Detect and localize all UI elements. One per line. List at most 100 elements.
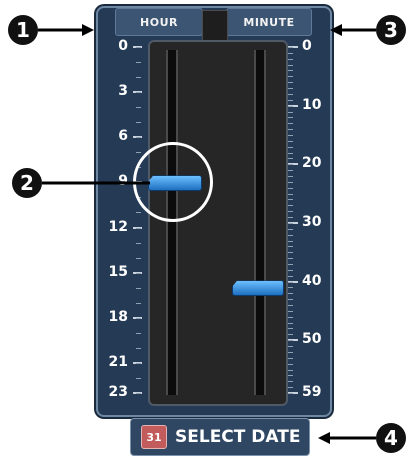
- minute-minor-tick: [288, 346, 293, 348]
- minute-minor-tick: [288, 88, 293, 90]
- callout-4-arrow-icon: [318, 432, 376, 444]
- select-date-button[interactable]: 31 SELECT DATE: [130, 418, 310, 456]
- minute-minor-tick: [288, 322, 293, 324]
- minute-minor-tick: [288, 58, 293, 60]
- minute-minor-tick: [288, 176, 293, 178]
- minute-minor-tick: [288, 52, 293, 54]
- hour-tick-label: 12: [108, 218, 128, 235]
- callout-1-arrow-icon: [38, 24, 94, 36]
- minute-minor-tick: [288, 328, 293, 330]
- hour-slider-track[interactable]: [166, 50, 178, 395]
- hour-minor-tick: [136, 377, 141, 379]
- minute-minor-tick: [288, 281, 293, 283]
- minute-minor-tick: [288, 199, 293, 201]
- hour-minor-tick: [136, 287, 141, 289]
- hour-minor-tick: [136, 362, 141, 364]
- callout-3-arrow-icon: [330, 24, 376, 36]
- callout-2-line: [42, 181, 150, 185]
- minute-minor-tick: [288, 357, 293, 359]
- minute-minor-tick: [288, 305, 293, 307]
- minute-minor-tick: [288, 228, 293, 230]
- minute-minor-tick: [288, 164, 293, 166]
- minute-tick-label: 20: [302, 155, 322, 172]
- minute-minor-tick: [288, 252, 293, 254]
- minute-minor-tick: [288, 263, 293, 265]
- minute-minor-tick: [288, 275, 293, 277]
- minute-minor-tick: [288, 234, 293, 236]
- minute-minor-tick: [288, 334, 293, 336]
- minute-minor-tick: [288, 211, 293, 213]
- minute-minor-tick: [288, 70, 293, 72]
- minute-minor-tick: [288, 123, 293, 125]
- minute-tick-label: 0: [302, 38, 312, 54]
- minute-minor-tick: [288, 99, 293, 101]
- slider-top-tab: [202, 10, 228, 41]
- minute-minor-tick: [288, 64, 293, 66]
- minute-minor-tick: [288, 82, 293, 84]
- minute-tick-label: 59: [302, 384, 322, 400]
- minute-minor-tick: [288, 387, 293, 389]
- minute-minor-tick: [288, 93, 293, 95]
- minute-tick-label: 40: [302, 272, 322, 289]
- hour-minor-tick: [136, 152, 141, 154]
- hour-tick-label: 3: [118, 83, 128, 100]
- minute-minor-tick: [288, 205, 293, 207]
- minute-minor-tick: [288, 129, 293, 131]
- minute-minor-tick: [288, 47, 293, 48]
- minute-tick-label: 10: [302, 96, 322, 113]
- minute-slider-track[interactable]: [254, 50, 266, 395]
- hour-minor-tick: [136, 332, 141, 334]
- hour-minor-tick: [136, 347, 141, 349]
- hour-minor-tick: [136, 137, 141, 139]
- minute-minor-tick: [288, 76, 293, 78]
- minute-minor-tick: [288, 246, 293, 248]
- hour-tick-label: 15: [108, 263, 128, 280]
- minute-minor-tick: [288, 340, 293, 342]
- hour-minor-tick: [136, 47, 141, 48]
- minute-minor-tick: [288, 258, 293, 260]
- minute-minor-tick: [288, 393, 293, 394]
- minute-minor-tick: [288, 105, 293, 107]
- hour-minor-tick: [136, 227, 141, 229]
- hour-tick-label: 23: [108, 384, 128, 400]
- minute-tick-label: 30: [302, 213, 322, 230]
- minute-minor-tick: [288, 299, 293, 301]
- minute-minor-tick: [288, 134, 293, 136]
- minute-minor-tick: [288, 181, 293, 183]
- hour-minor-tick: [136, 242, 141, 244]
- minute-minor-tick: [288, 269, 293, 271]
- hour-tick-label: 21: [108, 353, 128, 370]
- callout-3: 3: [376, 15, 406, 45]
- hour-minor-tick: [136, 62, 141, 64]
- minute-minor-tick: [288, 170, 293, 172]
- minute-minor-tick: [288, 193, 293, 195]
- hour-minor-tick: [136, 92, 141, 94]
- minute-minor-tick: [288, 158, 293, 160]
- minute-minor-tick: [288, 140, 293, 142]
- minute-minor-tick: [288, 369, 293, 371]
- hour-minor-tick: [136, 257, 141, 259]
- minute-minor-tick: [288, 222, 293, 224]
- hour-tick-label: 6: [118, 128, 128, 145]
- hour-tick-label: 0: [118, 38, 128, 54]
- hour-minor-tick: [136, 302, 141, 304]
- minute-slider-thumb[interactable]: [232, 280, 284, 297]
- callout-2: 2: [12, 168, 42, 198]
- callout-4: 4: [376, 423, 406, 453]
- hour-minor-tick: [136, 122, 141, 124]
- hour-header: HOUR: [115, 8, 203, 36]
- minute-minor-tick: [288, 310, 293, 312]
- select-date-label: SELECT DATE: [175, 427, 301, 447]
- minute-minor-tick: [288, 287, 293, 289]
- minute-minor-tick: [288, 187, 293, 189]
- time-picker-widget: HOUR MINUTE 0 3 6 9 12 15 18 21 23 0 10 20 30 40 50 59…: [0, 0, 412, 463]
- minute-minor-tick: [288, 316, 293, 318]
- calendar-icon: 31: [141, 425, 167, 449]
- hour-minor-tick: [136, 272, 141, 274]
- minute-minor-tick: [288, 146, 293, 148]
- hour-minor-tick: [136, 107, 141, 109]
- minute-minor-tick: [288, 363, 293, 365]
- minute-minor-tick: [288, 351, 293, 353]
- minute-tick-label: 50: [302, 331, 322, 348]
- minute-minor-tick: [288, 293, 293, 295]
